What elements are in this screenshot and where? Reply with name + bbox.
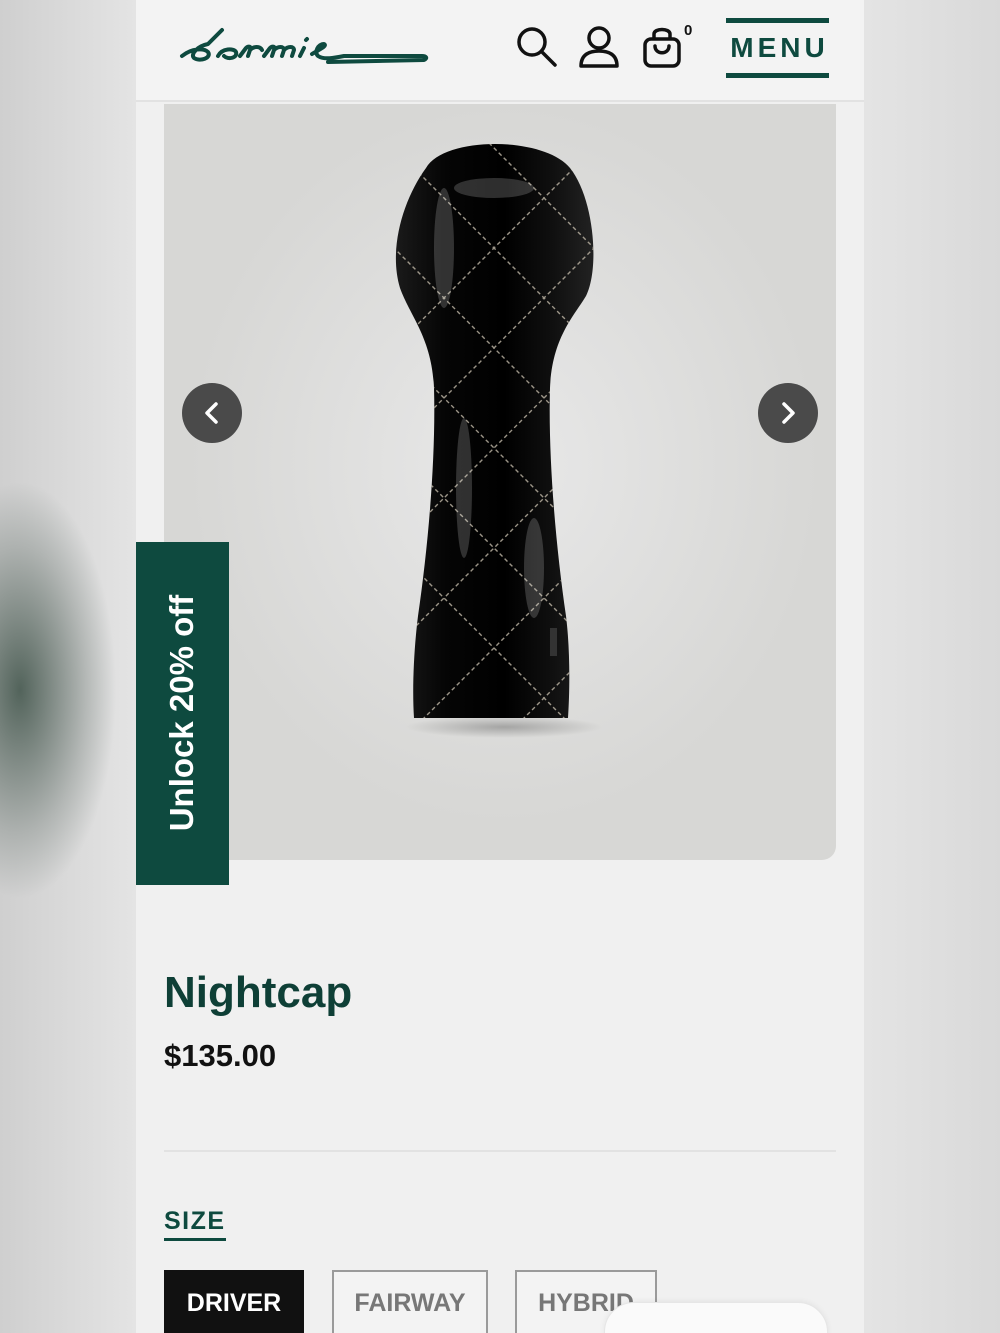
mobile-page: dormie 0 MENU Unlock 20% off Nightcap $1… xyxy=(136,0,864,1333)
carousel-prev-button[interactable] xyxy=(182,383,242,443)
size-option-fairway[interactable]: FAIRWAY xyxy=(332,1270,488,1333)
product-image-carousel[interactable] xyxy=(164,104,836,860)
menu-button[interactable]: MENU xyxy=(726,18,829,78)
cart-count-badge: 0 xyxy=(684,22,693,39)
product-title: Nightcap xyxy=(164,968,353,1017)
carousel-next-button[interactable] xyxy=(758,383,818,443)
size-label: SIZE xyxy=(164,1207,226,1241)
unlock-discount-tab[interactable]: Unlock 20% off xyxy=(136,542,229,885)
divider xyxy=(164,1150,836,1152)
chevron-left-icon xyxy=(205,402,218,424)
promo-label: Unlock 20% off xyxy=(163,594,200,832)
chevron-right-icon xyxy=(782,402,795,424)
product-image-headcover xyxy=(395,144,594,718)
shopping-bag-icon[interactable] xyxy=(639,24,685,70)
svg-text:dormie: dormie xyxy=(178,22,182,23)
size-option-driver[interactable]: DRIVER xyxy=(164,1270,304,1333)
site-header: dormie 0 MENU xyxy=(136,0,864,102)
product-price: $135.00 xyxy=(164,1038,277,1073)
search-icon[interactable] xyxy=(514,24,560,70)
account-icon[interactable] xyxy=(576,24,622,70)
dormie-logo[interactable]: dormie xyxy=(178,22,438,70)
floating-widget[interactable] xyxy=(604,1302,828,1333)
